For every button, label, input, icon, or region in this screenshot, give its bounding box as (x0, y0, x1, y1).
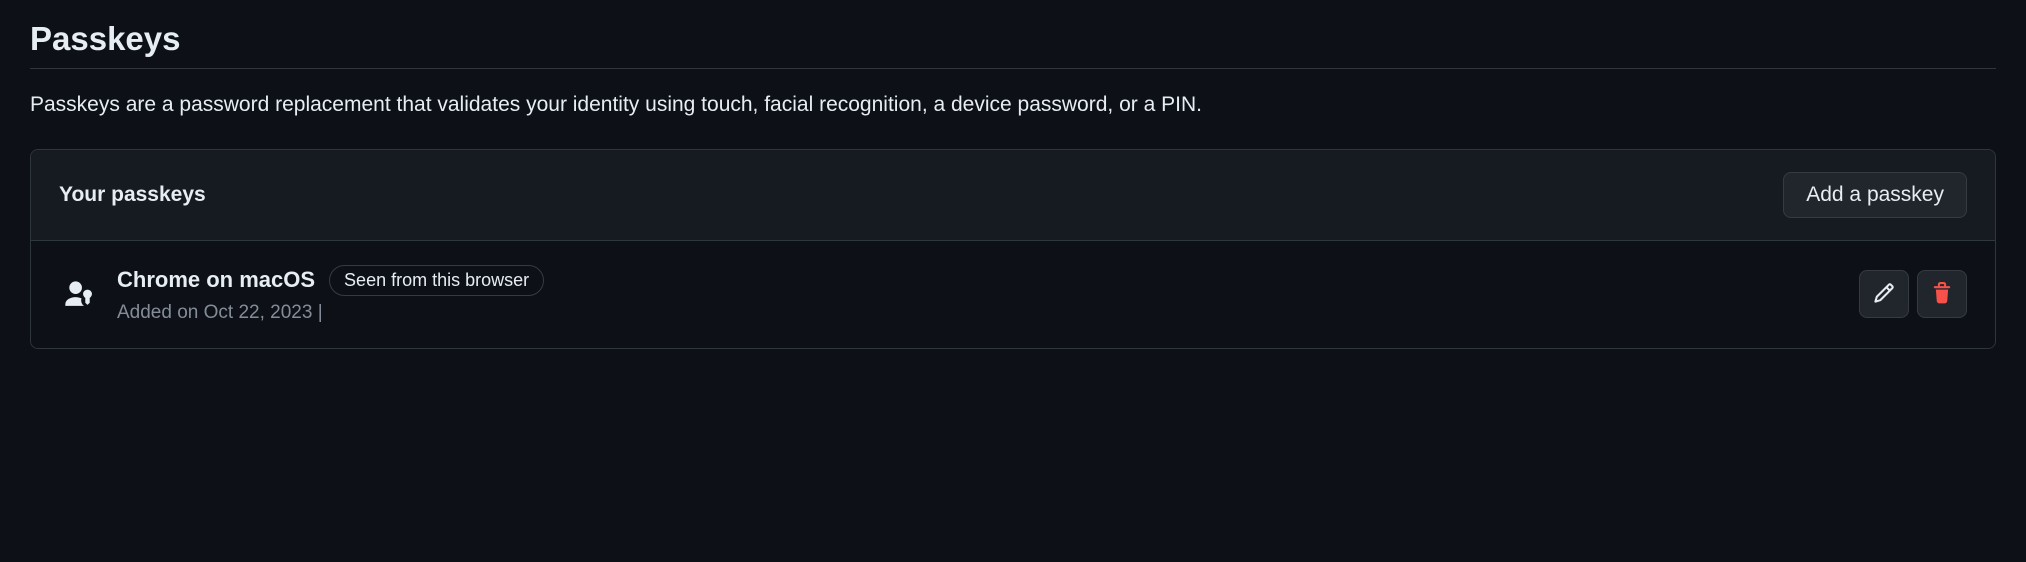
divider (30, 68, 1996, 69)
page-title: Passkeys (30, 20, 1996, 58)
panel-header: Your passkeys Add a passkey (31, 150, 1995, 241)
passkey-name-row: Chrome on macOS Seen from this browser (117, 265, 1839, 296)
trash-icon (1931, 282, 1953, 307)
edit-passkey-button[interactable] (1859, 270, 1909, 318)
passkey-row: Chrome on macOS Seen from this browser A… (31, 241, 1995, 348)
add-passkey-button[interactable]: Add a passkey (1783, 172, 1967, 218)
panel-header-title: Your passkeys (59, 183, 206, 207)
passkey-name: Chrome on macOS (117, 267, 315, 293)
passkey-icon (59, 275, 97, 313)
action-buttons (1859, 270, 1967, 318)
passkeys-panel: Your passkeys Add a passkey Chrome on ma… (30, 149, 1996, 349)
delete-passkey-button[interactable] (1917, 270, 1967, 318)
passkey-info: Chrome on macOS Seen from this browser A… (117, 265, 1839, 324)
seen-from-browser-badge: Seen from this browser (329, 265, 544, 296)
page-description: Passkeys are a password replacement that… (30, 89, 1996, 121)
passkey-meta: Added on Oct 22, 2023 | (117, 302, 1839, 324)
pencil-icon (1873, 282, 1895, 307)
